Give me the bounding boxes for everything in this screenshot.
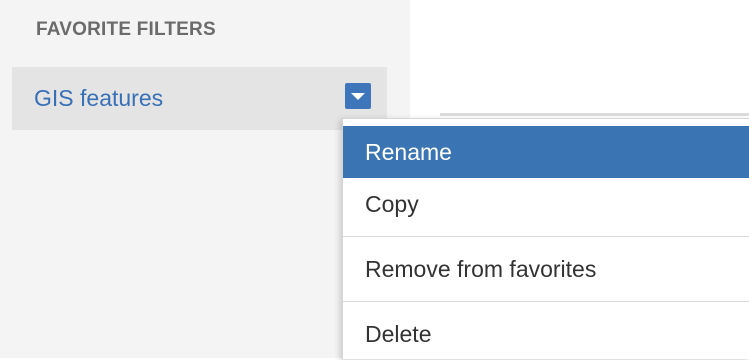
- menu-item-rename[interactable]: Rename: [343, 126, 749, 178]
- favorite-filter-item[interactable]: GIS features: [12, 67, 387, 130]
- caret-down-icon: [351, 93, 365, 100]
- menu-divider: [343, 301, 749, 302]
- filter-context-menu: Rename Copy Remove from favorites Delete: [342, 118, 749, 359]
- section-title: FAVORITE FILTERS: [36, 19, 216, 40]
- content-panel-border: [440, 113, 749, 116]
- menu-item-copy[interactable]: Copy: [343, 178, 749, 230]
- favorite-filter-label[interactable]: GIS features: [34, 85, 163, 112]
- filter-options-dropdown-button[interactable]: [345, 83, 371, 109]
- menu-item-remove-from-favorites[interactable]: Remove from favorites: [343, 243, 749, 295]
- menu-item-delete[interactable]: Delete: [343, 308, 749, 360]
- menu-divider: [343, 236, 749, 237]
